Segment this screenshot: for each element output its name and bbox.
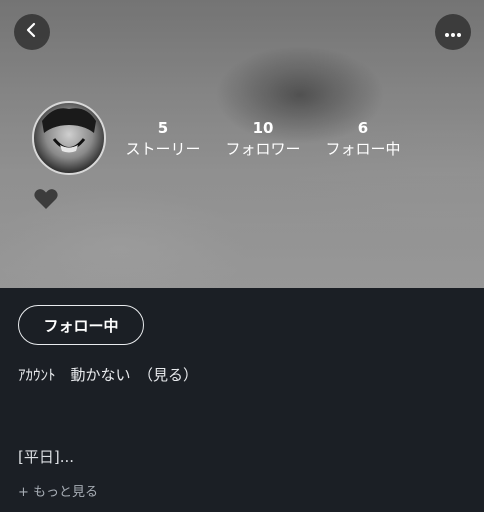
stat-followers-label: フォロワー bbox=[225, 140, 301, 158]
more-options-button[interactable] bbox=[435, 14, 471, 50]
show-more-link[interactable]: + もっと見る bbox=[18, 481, 98, 500]
stat-stories[interactable]: 5 ストーリー bbox=[118, 118, 208, 160]
following-button[interactable]: フォロー中 bbox=[18, 305, 144, 345]
chevron-left-icon bbox=[23, 21, 41, 43]
stat-followers-count: 10 bbox=[252, 119, 274, 137]
stat-stories-label: ストーリー bbox=[125, 140, 201, 158]
more-horizontal-icon bbox=[444, 23, 462, 42]
heart-icon bbox=[33, 187, 59, 215]
account-text: ｱｶｳﾝﾄ 動かない （見る） bbox=[18, 366, 199, 384]
stat-following-count: 6 bbox=[357, 119, 369, 137]
avatar[interactable] bbox=[32, 101, 106, 175]
stat-following-label: フォロー中 bbox=[325, 140, 401, 158]
back-button[interactable] bbox=[14, 14, 50, 50]
profile-stats: 5 ストーリー 10 フォロワー 6 フォロー中 bbox=[118, 118, 418, 162]
stat-stories-count: 5 bbox=[157, 119, 169, 137]
stat-following[interactable]: 6 フォロー中 bbox=[318, 118, 408, 160]
stat-followers[interactable]: 10 フォロワー bbox=[218, 118, 308, 160]
bio-preview: [平日]... bbox=[18, 448, 75, 466]
